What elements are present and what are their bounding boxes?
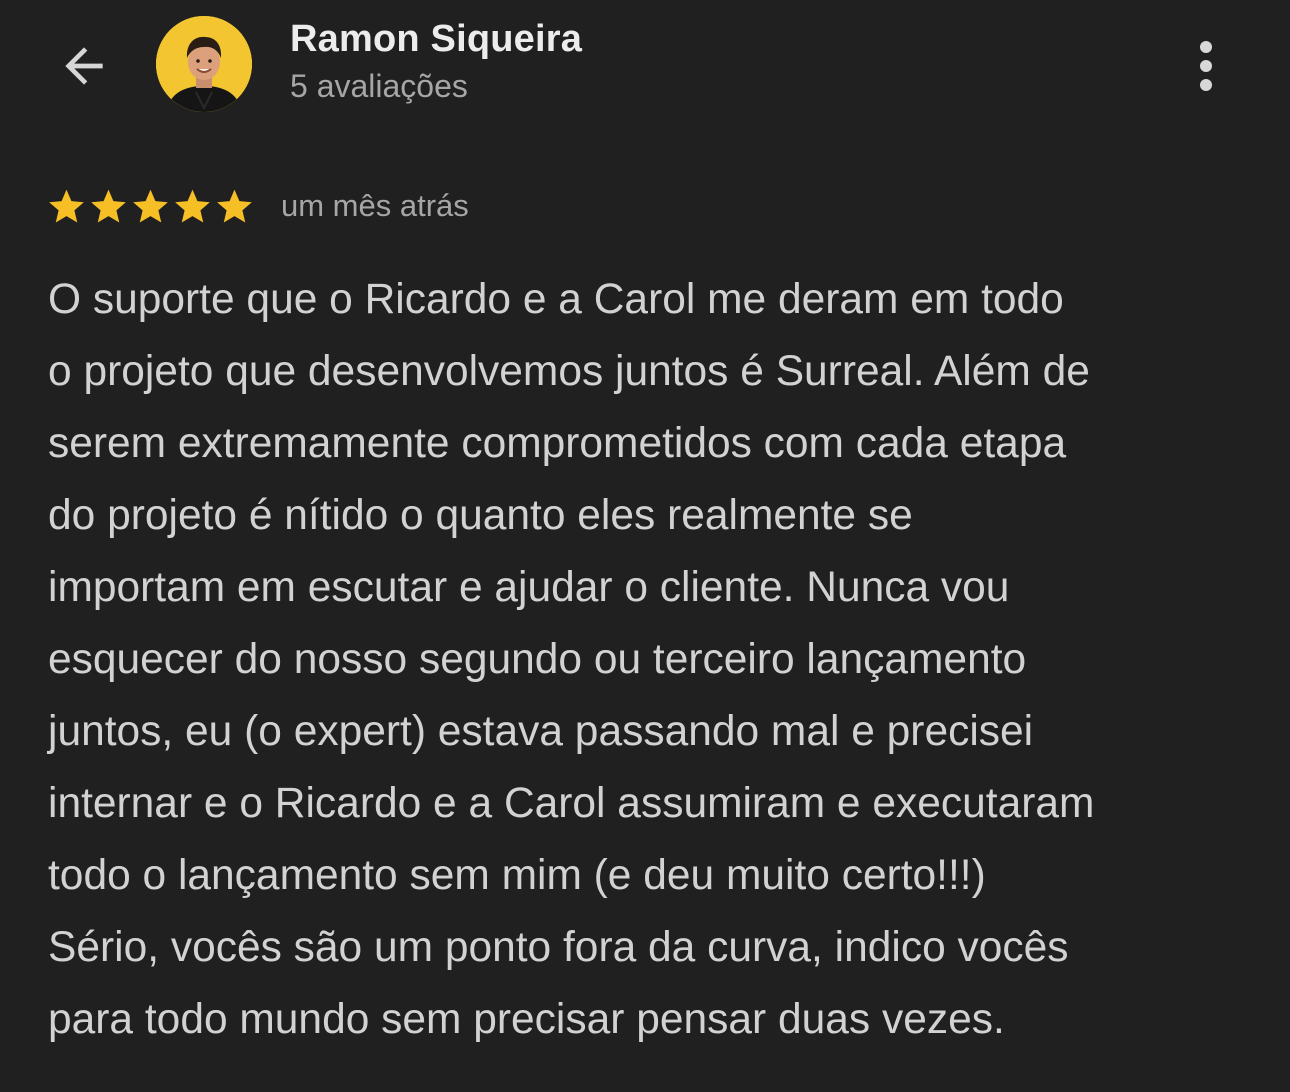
avatar[interactable] (156, 16, 252, 112)
rating-row: um mês atrás (46, 184, 469, 228)
review-text-line: do projeto é nítido o quanto eles realme… (48, 492, 913, 539)
review-header: Ramon Siqueira 5 avaliações (0, 0, 1290, 140)
more-vert-icon-dot (1200, 79, 1212, 91)
review-text-line: O suporte que o Ricardo e a Carol me der… (48, 276, 1064, 323)
star-icon (49, 189, 84, 223)
more-vert-icon-dot (1200, 60, 1212, 72)
star-icon (175, 189, 210, 223)
more-vert-icon (1200, 41, 1212, 53)
review-body: O suporte que o Ricardo e a Carol me der… (48, 264, 1253, 1056)
star-icon (91, 189, 126, 223)
review-text-line: todo o lançamento sem mim (e deu muito c… (48, 852, 986, 899)
review-text-line: serem extremamente comprometidos com cad… (48, 420, 1067, 467)
review-text-line: Sério, vocês são um ponto fora da curva,… (48, 924, 1069, 971)
review-text-line: para todo mundo sem precisar pensar duas… (48, 996, 1005, 1043)
back-button[interactable] (52, 34, 116, 98)
more-options-button[interactable] (1180, 34, 1232, 98)
profile-photo (156, 16, 252, 112)
review-text-line: importam em escutar e ajudar o cliente. … (48, 564, 1010, 611)
review-text-line: esquecer do nosso segundo ou terceiro la… (48, 636, 1027, 683)
reviewer-review-count: 5 avaliações (290, 68, 468, 104)
star-icon (217, 189, 252, 223)
arrow-left-icon (65, 47, 103, 85)
review-text-line: internar e o Ricardo e a Carol assumiram… (48, 780, 1095, 827)
star-icon (133, 189, 168, 223)
review-text-line: o projeto que desenvolvemos juntos é Sur… (48, 348, 1090, 395)
star-rating (46, 186, 255, 226)
review-text-line: juntos, eu (o expert) estava passando ma… (48, 708, 1034, 755)
review-time: um mês atrás (281, 188, 469, 223)
reviewer-name[interactable]: Ramon Siqueira (290, 18, 582, 61)
